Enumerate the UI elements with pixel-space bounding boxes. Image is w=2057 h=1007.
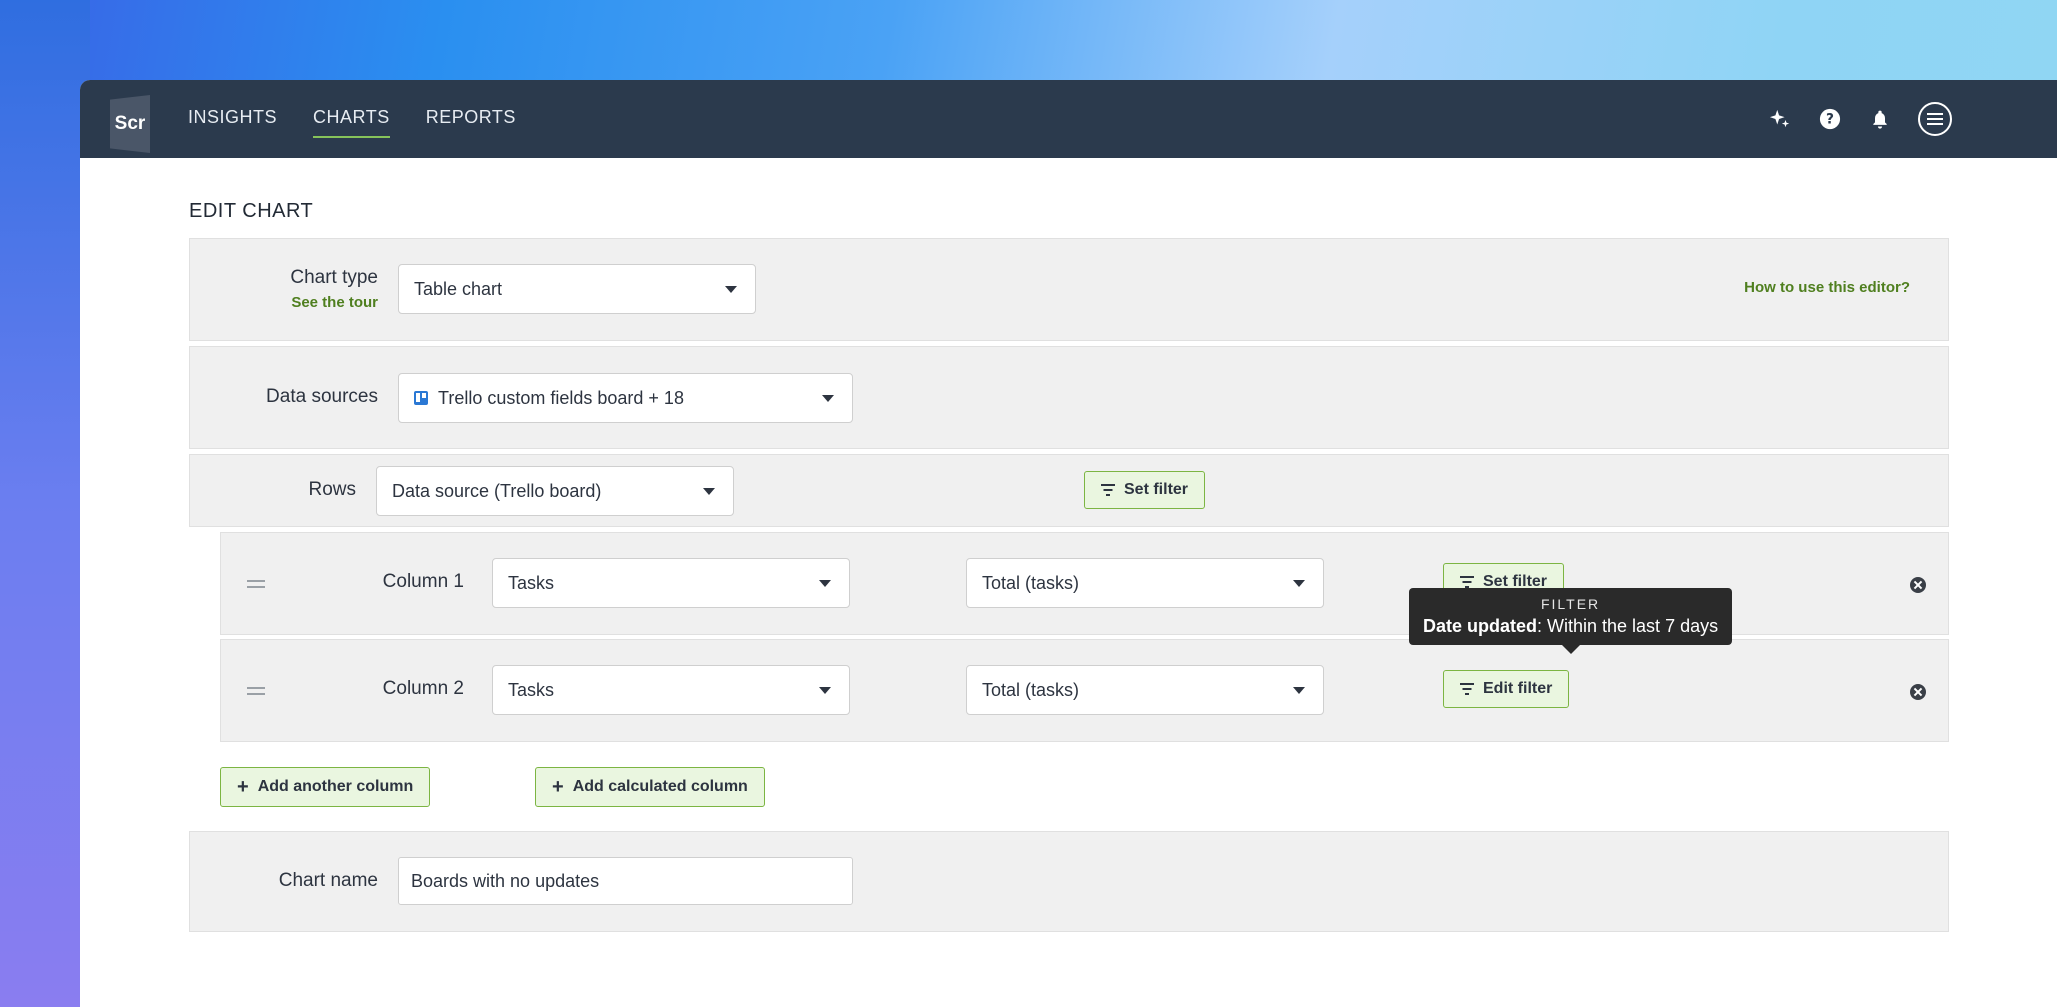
top-icons: ? [1768, 80, 1952, 158]
help-editor-link[interactable]: How to use this editor? [1744, 279, 1910, 296]
nav-charts[interactable]: CHARTS [313, 107, 390, 138]
column-2-label: Column 2 [382, 678, 464, 699]
bell-icon[interactable] [1868, 107, 1892, 131]
chevron-down-icon [822, 395, 834, 402]
chevron-down-icon [819, 687, 831, 694]
top-navigation-bar: Scr INSIGHTS CHARTS REPORTS ? [80, 80, 2057, 158]
chart-name-panel: Chart name [189, 831, 1949, 932]
data-sources-select[interactable]: Trello custom fields board + 18 [398, 373, 853, 423]
trello-icon [414, 391, 428, 405]
tooltip-title: FILTER [1540, 596, 1601, 612]
plus-icon: + [552, 776, 564, 798]
help-icon[interactable]: ? [1818, 107, 1842, 131]
chart-name-input[interactable] [398, 857, 853, 905]
column-2-aggregate-select[interactable]: Total (tasks) [966, 665, 1324, 715]
see-tour-link[interactable]: See the tour [284, 294, 378, 311]
column-1-aggregate-value: Total (tasks) [982, 572, 1080, 593]
column-1-field-value: Tasks [508, 572, 555, 593]
data-sources-value: Trello custom fields board + 18 [438, 387, 684, 408]
data-sources-panel: Data sources Trello custom fields board … [189, 346, 1949, 449]
tooltip-body: Date updated: Within the last 7 days [1423, 616, 1718, 637]
rows-value: Data source (Trello board) [392, 480, 602, 501]
sparkle-icon[interactable] [1768, 107, 1792, 131]
column-1-aggregate-select[interactable]: Total (tasks) [966, 558, 1324, 608]
rows-panel: Rows Data source (Trello board) Set filt… [189, 454, 1949, 527]
rows-label: Rows [308, 479, 356, 500]
remove-column-2-icon[interactable] [1910, 684, 1926, 700]
data-sources-label: Data sources [266, 386, 378, 407]
column-1-field-select[interactable]: Tasks [492, 558, 850, 608]
add-calculated-label: Add calculated column [572, 778, 748, 795]
chart-type-label: Chart type [290, 267, 378, 288]
chevron-down-icon [1293, 580, 1305, 587]
app-window: Scr INSIGHTS CHARTS REPORTS ? EDIT CHART… [80, 80, 2057, 1007]
column-2-field-value: Tasks [508, 679, 555, 700]
column-2-aggregate-value: Total (tasks) [982, 679, 1080, 700]
chart-type-select[interactable]: Table chart [398, 264, 756, 314]
tooltip-key: Date updated [1423, 616, 1538, 636]
nav-reports[interactable]: REPORTS [426, 107, 516, 132]
filter-icon [1460, 576, 1474, 588]
svg-text:?: ? [1826, 112, 1834, 128]
chevron-down-icon [703, 488, 715, 495]
tooltip-value: : Within the last 7 days [1537, 616, 1719, 636]
rows-select[interactable]: Data source (Trello board) [376, 466, 734, 516]
add-column-label: Add another column [257, 778, 414, 795]
chevron-down-icon [725, 286, 737, 293]
chart-type-panel: Chart type See the tour Table chart How … [189, 238, 1949, 341]
filter-icon [1460, 683, 1474, 695]
chart-type-value: Table chart [414, 278, 503, 299]
nav-insights[interactable]: INSIGHTS [188, 107, 277, 132]
column-2-edit-filter-button[interactable]: Edit filter [1443, 670, 1570, 708]
column-2-field-select[interactable]: Tasks [492, 665, 850, 715]
chevron-down-icon [819, 580, 831, 587]
chevron-down-icon [1293, 687, 1305, 694]
column-2-panel: Column 2 Tasks Total (tasks) Edit filter [220, 639, 1949, 742]
filter-icon [1101, 484, 1115, 496]
remove-column-1-icon[interactable] [1910, 577, 1926, 593]
column-2-filter-label: Edit filter [1483, 680, 1553, 697]
page-title: EDIT CHART [189, 200, 314, 222]
background-gradient [0, 0, 90, 1007]
filter-tooltip: FILTER Date updated: Within the last 7 d… [1409, 588, 1733, 645]
add-column-button[interactable]: + Add another column [220, 767, 431, 807]
app-logo[interactable]: Scr [110, 95, 150, 153]
plus-icon: + [237, 776, 249, 798]
add-calculated-column-button[interactable]: + Add calculated column [535, 767, 765, 807]
chart-name-label: Chart name [278, 870, 378, 891]
menu-icon[interactable] [1918, 102, 1952, 136]
column-1-label: Column 1 [382, 571, 464, 592]
rows-set-filter-label: Set filter [1124, 481, 1189, 498]
rows-set-filter-button[interactable]: Set filter [1084, 471, 1206, 509]
main-nav: INSIGHTS CHARTS REPORTS [188, 80, 516, 158]
